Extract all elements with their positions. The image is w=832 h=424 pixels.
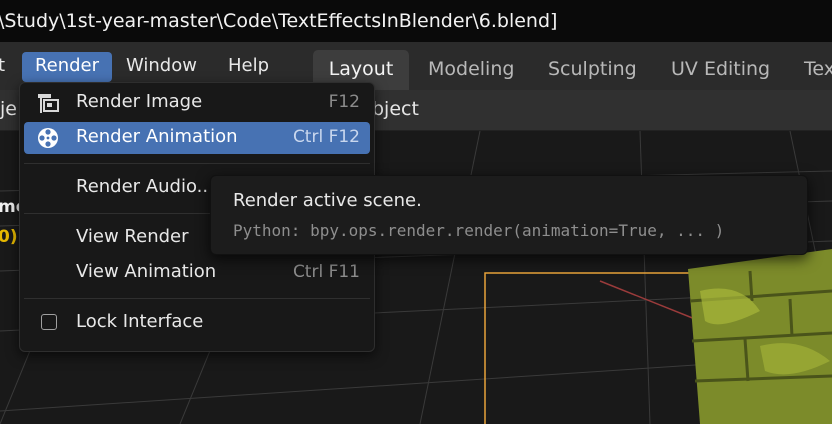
- tooltip-python: Python: bpy.ops.render.render(animation=…: [233, 221, 725, 240]
- menu-item-label: Render Image: [76, 91, 203, 112]
- header-object-menu[interactable]: bject: [372, 98, 419, 120]
- menu-item-label: Lock Interface: [76, 311, 204, 332]
- viewport-frame-text: 0): [0, 227, 18, 247]
- menu-window[interactable]: Window: [126, 52, 197, 82]
- menu-item-label: View Render: [76, 226, 189, 247]
- menu-item-render-image[interactable]: Render Image F12: [24, 87, 370, 119]
- menu-item-shortcut: Ctrl F12: [292, 127, 360, 147]
- menu-item-render-animation[interactable]: Render Animation Ctrl F12: [24, 122, 370, 154]
- tab-modeling[interactable]: Modeling: [428, 50, 514, 90]
- tab-uv-editing[interactable]: UV Editing: [671, 50, 770, 90]
- render-animation-icon: [38, 128, 58, 148]
- tooltip-description: Render active scene.: [233, 190, 422, 211]
- window-titlebar: \Study\1st-year-master\Code\TextEffectsI…: [0, 0, 832, 42]
- window-title: \Study\1st-year-master\Code\TextEffectsI…: [0, 10, 558, 32]
- menu-item-lock-interface[interactable]: Lock Interface: [24, 307, 370, 339]
- render-image-icon: [38, 94, 59, 113]
- menu-edit[interactable]: t: [0, 52, 5, 82]
- menu-item-shortcut: F12: [328, 92, 360, 112]
- menu-help[interactable]: Help: [228, 52, 269, 82]
- menu-separator: [24, 163, 370, 164]
- menu-separator: [24, 298, 370, 299]
- header-mode-fragment[interactable]: je: [0, 98, 17, 120]
- menu-item-label: Render Audio...: [76, 176, 214, 197]
- checkbox-icon[interactable]: [41, 314, 57, 330]
- menu-render[interactable]: Render: [22, 52, 112, 82]
- menu-item-shortcut: Ctrl F11: [292, 262, 360, 282]
- menu-item-label: Render Animation: [76, 126, 238, 147]
- tooltip: Render active scene. Python: bpy.ops.ren…: [210, 175, 808, 255]
- menu-item-label: View Animation: [76, 261, 217, 282]
- tab-sculpting[interactable]: Sculpting: [548, 50, 637, 90]
- menu-item-view-animation[interactable]: View Animation Ctrl F11: [24, 257, 370, 289]
- tab-texture-paint[interactable]: Tex: [804, 50, 832, 90]
